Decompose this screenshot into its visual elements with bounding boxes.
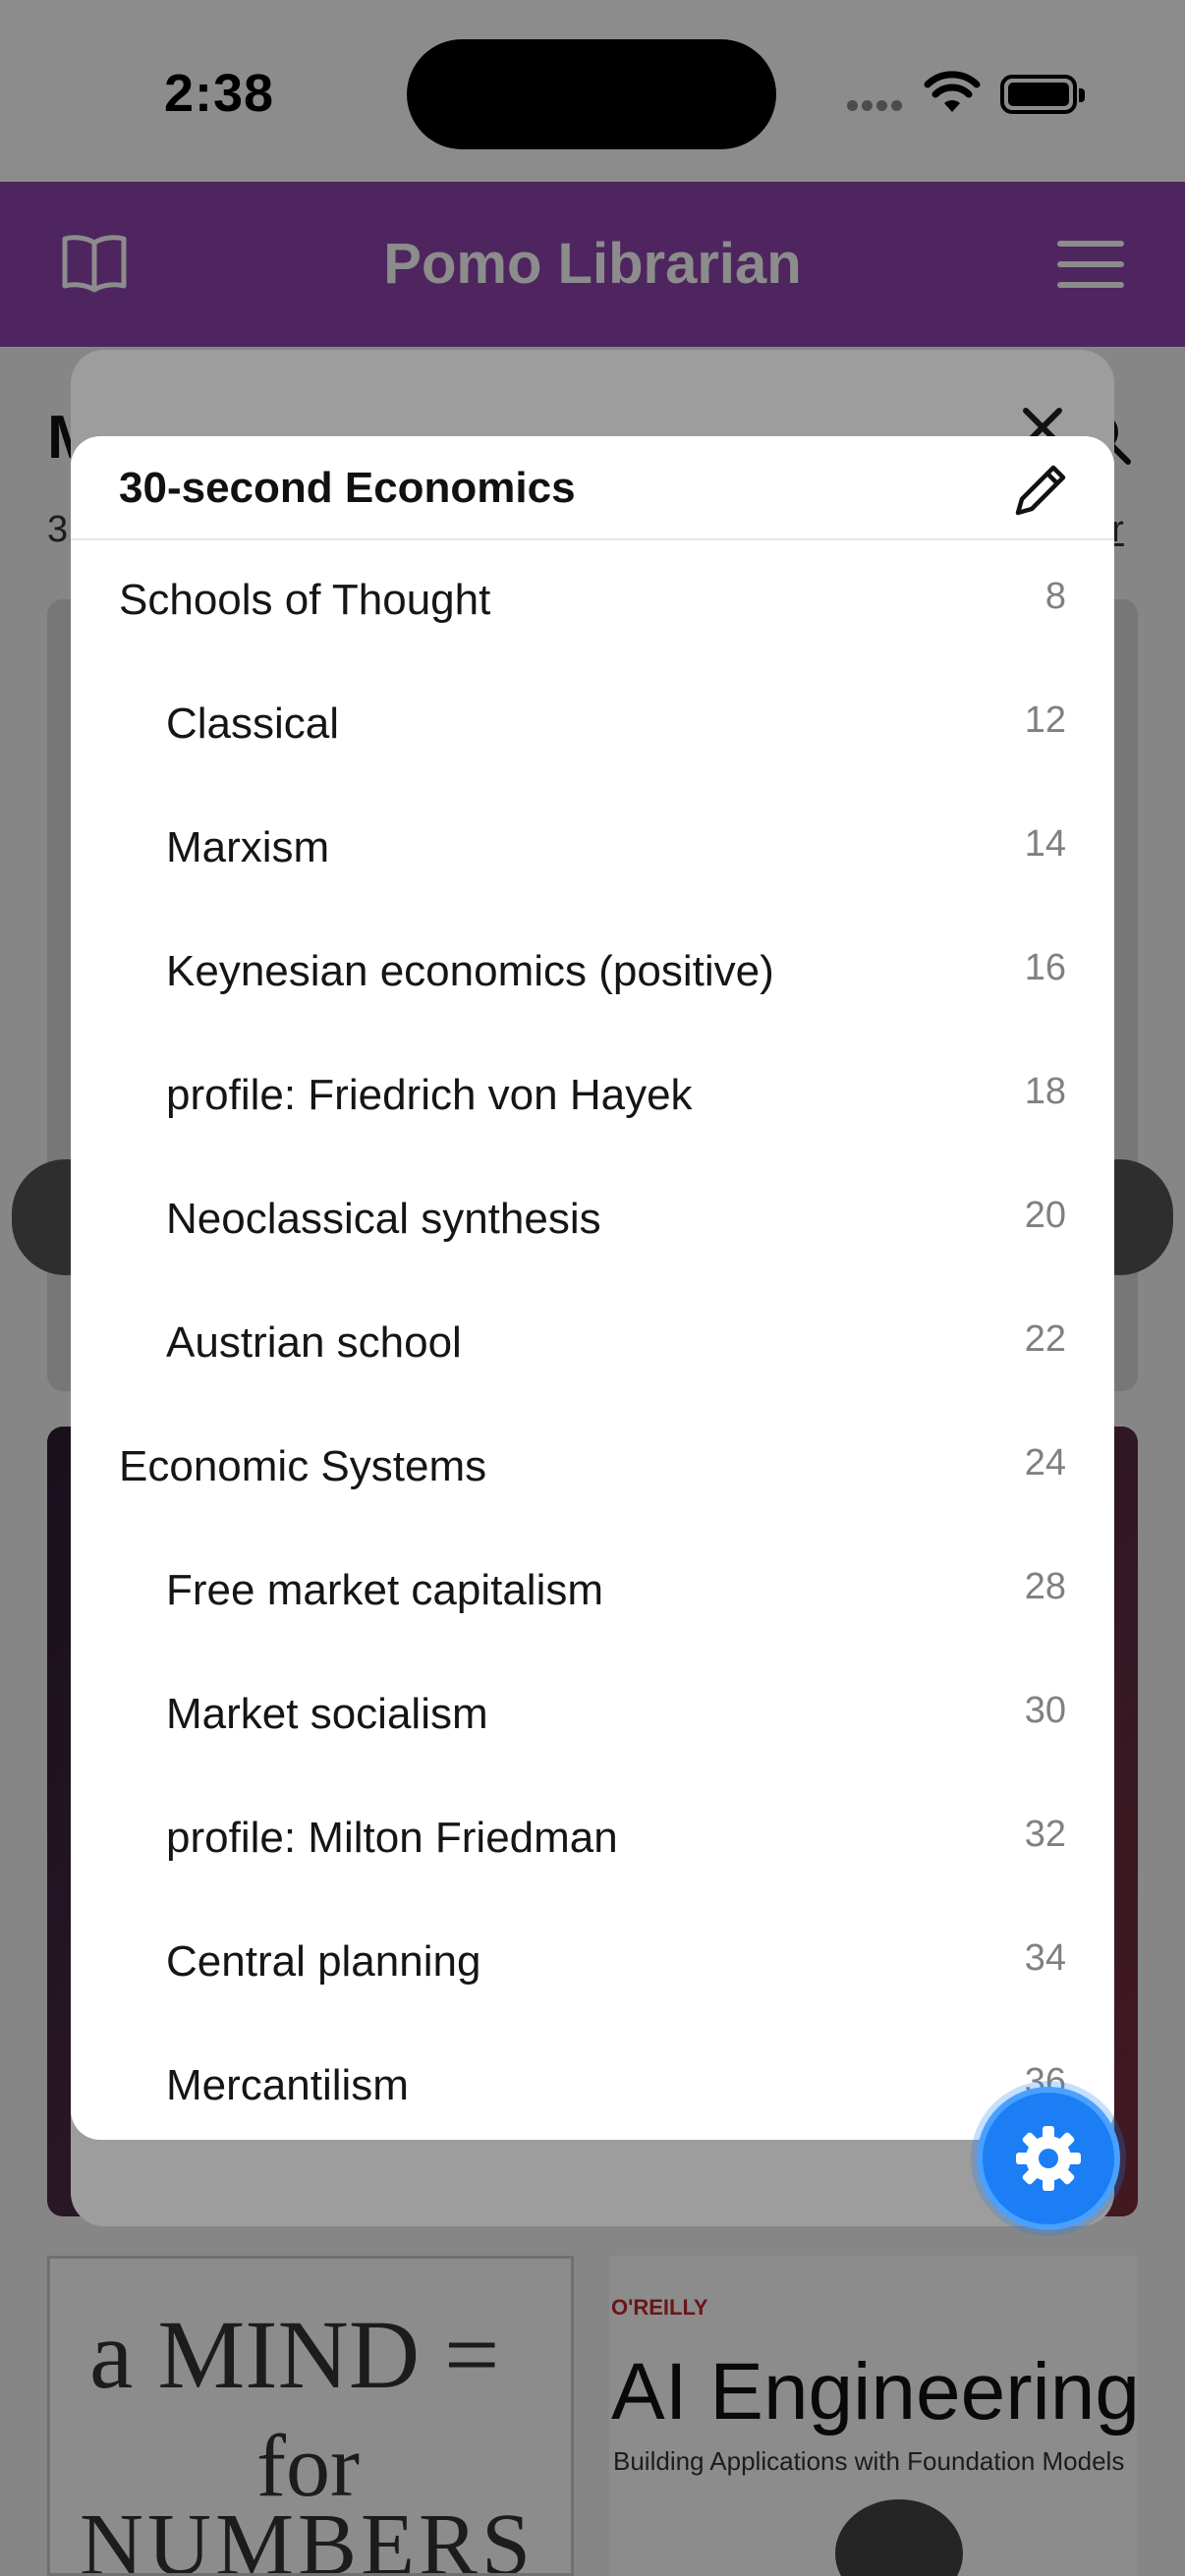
toc-item-page-number: 30 (1024, 1690, 1066, 1731)
toc-item-page-number: 20 (1024, 1195, 1066, 1236)
pencil-icon[interactable] (1012, 460, 1071, 519)
toc-item-label: Schools of Thought (119, 576, 491, 624)
toc-item-page-number: 22 (1024, 1318, 1066, 1360)
toc-item-page-number: 12 (1024, 700, 1066, 741)
toc-item-page-number: 8 (1044, 576, 1066, 617)
toc-item-label: Central planning (166, 1937, 481, 1986)
toc-item-page-number: 24 (1024, 1442, 1066, 1484)
toc-item-label: Free market capitalism (166, 1566, 604, 1614)
toc-section-item[interactable]: Economic Systems 24 (71, 1407, 1114, 1531)
toc-item-label: Neoclassical synthesis (166, 1195, 601, 1243)
toc-item[interactable]: Keynesian economics (positive) 16 (71, 912, 1114, 1036)
toc-item-page-number: 28 (1024, 1566, 1066, 1607)
toc-item-page-number: 16 (1024, 947, 1066, 988)
toc-section-item[interactable]: Schools of Thought 8 (71, 540, 1114, 664)
toc-item[interactable]: Classical 12 (71, 664, 1114, 788)
toc-item-page-number: 14 (1024, 823, 1066, 865)
toc-item-label: profile: Friedrich von Hayek (166, 1071, 693, 1119)
toc-item-page-number: 34 (1024, 1937, 1066, 1979)
toc-title: 30-second Economics (119, 464, 576, 512)
toc-item-label: Market socialism (166, 1690, 488, 1738)
toc-header: 30-second Economics (71, 436, 1114, 540)
toc-item-label: Economic Systems (119, 1442, 487, 1490)
toc-item-label: Austrian school (166, 1318, 462, 1367)
toc-item-label: profile: Milton Friedman (166, 1814, 618, 1862)
toc-item[interactable]: Mercantilism 36 (71, 2026, 1114, 2140)
toc-item-label: Keynesian economics (positive) (166, 947, 774, 995)
toc-item[interactable]: Market socialism 30 (71, 1654, 1114, 1778)
toc-item-label: Classical (166, 700, 340, 748)
toc-item[interactable]: Austrian school 22 (71, 1283, 1114, 1407)
toc-item-label: Marxism (166, 823, 330, 871)
toc-item[interactable]: profile: Friedrich von Hayek 18 (71, 1036, 1114, 1159)
toc-item[interactable]: Neoclassical synthesis 20 (71, 1159, 1114, 1283)
toc-item-page-number: 32 (1024, 1814, 1066, 1855)
settings-button[interactable] (977, 2087, 1120, 2230)
toc-item[interactable]: Central planning 34 (71, 1902, 1114, 2026)
toc-panel: 30-second Economics Schools of Thought 8 C… (71, 436, 1114, 2140)
toc-item[interactable]: Free market capitalism 28 (71, 1531, 1114, 1654)
toc-item[interactable]: Marxism 14 (71, 788, 1114, 912)
toc-item-label: Mercantilism (166, 2061, 409, 2109)
toc-item[interactable]: profile: Milton Friedman 32 (71, 1778, 1114, 1902)
gear-icon (1016, 2126, 1081, 2191)
toc-item-page-number: 18 (1024, 1071, 1066, 1112)
